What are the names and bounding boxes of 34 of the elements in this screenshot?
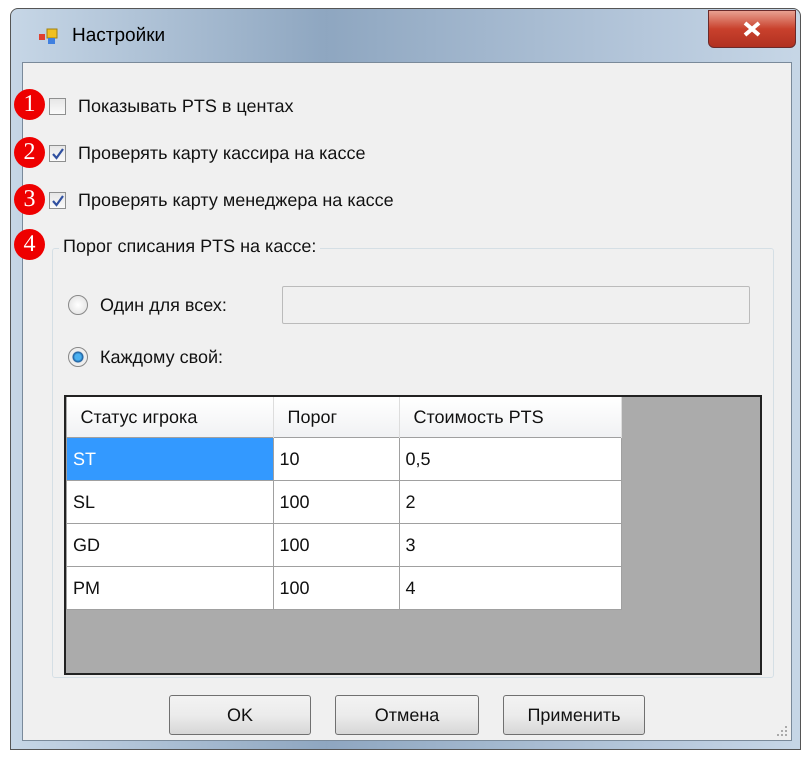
checkbox-label: Показывать PTS в центах (78, 96, 294, 117)
table-cell[interactable]: 3 (399, 524, 621, 566)
app-icon (38, 26, 60, 44)
dialog-button[interactable]: Применить (503, 695, 645, 735)
checkbox-label: Проверять карту менеджера на кассе (78, 190, 394, 211)
table-cell[interactable]: 10 (273, 438, 399, 480)
group-label: Порог списания PTS на кассе: (59, 236, 320, 257)
table-cell[interactable]: 100 (273, 524, 399, 566)
dialog-button[interactable]: OK (169, 695, 311, 735)
table-cell[interactable]: 100 (273, 566, 399, 610)
table-cell[interactable]: 4 (399, 566, 621, 610)
table-cell[interactable]: GD (66, 524, 273, 566)
table-cell[interactable]: 2 (399, 480, 621, 524)
radio-label: Один для всех: (100, 294, 228, 316)
radio-label: Каждому свой: (100, 346, 224, 368)
radio-button[interactable] (68, 295, 88, 315)
resize-grip-icon[interactable] (776, 725, 788, 737)
radio-button[interactable] (68, 347, 88, 367)
window-title: Настройки (72, 24, 166, 46)
checkbox[interactable] (49, 192, 66, 209)
close-button[interactable] (708, 10, 796, 48)
checkbox[interactable] (49, 98, 66, 115)
checkbox[interactable] (49, 145, 66, 162)
table-cell[interactable]: 100 (273, 480, 399, 524)
table-cell[interactable]: PM (66, 566, 273, 610)
column-header[interactable]: Стоимость PTS (399, 397, 621, 438)
input-field[interactable] (282, 286, 750, 324)
table-cell[interactable]: SL (66, 480, 273, 524)
column-header[interactable]: Порог (273, 397, 399, 438)
checkbox-label: Проверять карту кассира на кассе (78, 143, 366, 164)
table-cell[interactable]: 0,5 (399, 438, 621, 480)
close-icon (741, 21, 763, 37)
dialog-button[interactable]: Отмена (335, 695, 479, 735)
column-header[interactable]: Статус игрока (66, 397, 273, 438)
